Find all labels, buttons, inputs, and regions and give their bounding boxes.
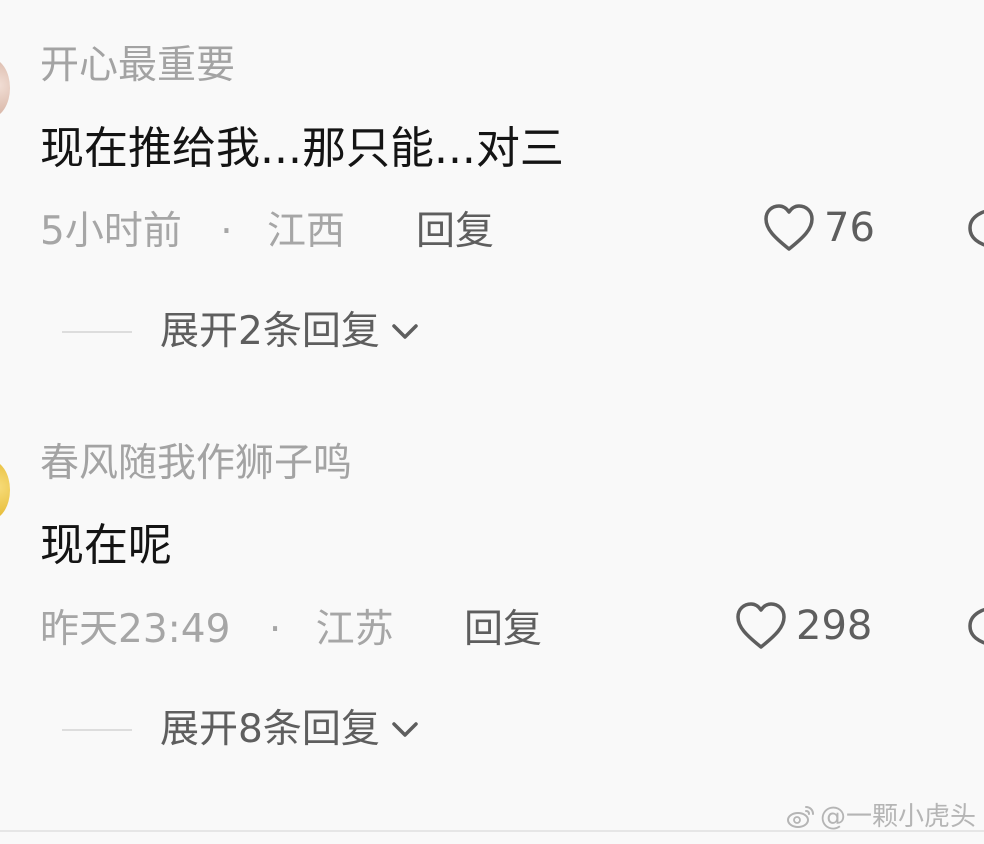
comment-location: 江苏 xyxy=(315,607,394,652)
avatar[interactable] xyxy=(0,58,10,118)
dislike-icon[interactable] xyxy=(964,206,984,252)
reply-button[interactable]: 回复 xyxy=(464,610,542,649)
comment-text: 现在呢 xyxy=(40,520,172,571)
comment-list: 开心最重要 现在推给我...那只能...对三 5小时前 · 江西 回复 76 展… xyxy=(0,0,984,844)
like-count: 76 xyxy=(824,205,875,251)
comment-meta: 5小时前 · 江西 xyxy=(40,212,345,251)
expand-replies-button[interactable]: 展开2条回复 xyxy=(62,312,420,351)
expand-replies-label: 展开8条回复 xyxy=(160,707,380,752)
reply-button[interactable]: 回复 xyxy=(416,212,494,251)
heart-icon xyxy=(736,602,786,649)
meta-separator: · xyxy=(220,209,233,254)
comment-location: 江西 xyxy=(267,209,346,254)
comment-text: 现在推给我...那只能...对三 xyxy=(40,123,564,174)
meta-separator: · xyxy=(268,607,282,652)
chevron-down-icon xyxy=(392,721,418,737)
comment-meta: 昨天23:49 · 江苏 xyxy=(40,610,394,649)
comment-time: 5小时前 xyxy=(40,209,182,254)
like-button[interactable]: 298 xyxy=(734,600,872,652)
weibo-icon xyxy=(786,806,814,828)
heart-icon xyxy=(764,204,814,251)
chevron-down-icon xyxy=(392,323,418,339)
comment-time: 昨天23:49 xyxy=(40,607,231,652)
comment-username[interactable]: 春风随我作狮子鸣 xyxy=(40,444,352,483)
dislike-icon[interactable] xyxy=(964,604,984,650)
like-button[interactable]: 76 xyxy=(762,202,875,254)
expand-replies-label: 展开2条回复 xyxy=(160,309,380,354)
watermark: @一颗小虎头 xyxy=(786,804,976,830)
comment-username[interactable]: 开心最重要 xyxy=(40,46,235,85)
divider-dash xyxy=(62,728,132,731)
avatar[interactable] xyxy=(0,460,10,520)
divider-dash xyxy=(62,330,132,333)
like-count: 298 xyxy=(796,603,873,649)
watermark-text: @一颗小虎头 xyxy=(819,802,976,832)
expand-replies-button[interactable]: 展开8条回复 xyxy=(62,710,420,749)
